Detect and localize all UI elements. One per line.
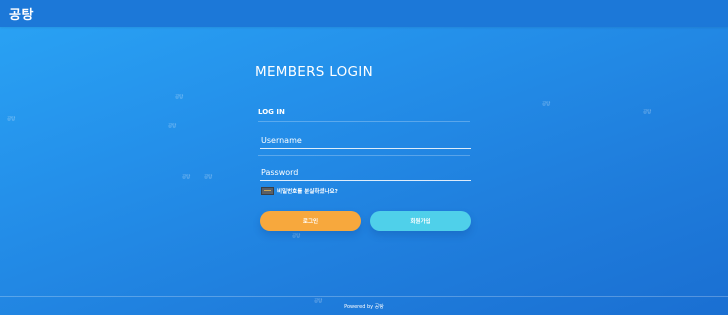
watermark-text: 공탕 — [7, 117, 16, 122]
page-title: MEMBERS LOGIN — [255, 64, 373, 80]
brand-logo[interactable]: 공탕 — [9, 4, 34, 23]
forgot-password-link[interactable]: 비밀번호를 분실하셨나요? — [261, 186, 338, 196]
watermark-text: 공탕 — [643, 110, 652, 115]
footer-divider — [0, 296, 728, 297]
key-icon — [261, 187, 274, 195]
watermark-text: 공탕 — [542, 102, 551, 107]
divider — [258, 155, 470, 156]
divider — [258, 121, 470, 122]
password-input[interactable] — [260, 164, 471, 181]
login-button[interactable]: 로그인 — [260, 211, 361, 231]
watermark-text: 공탕 — [292, 234, 301, 239]
watermark-text: 공탕 — [182, 175, 191, 180]
username-input[interactable] — [260, 132, 471, 149]
watermark-text: 공탕 — [168, 124, 177, 129]
top-bar: 공탕 — [0, 0, 728, 27]
forgot-password-label: 비밀번호를 분실하셨나요? — [277, 189, 338, 195]
signup-button[interactable]: 회원가입 — [370, 211, 471, 231]
watermark-text: 공탕 — [175, 95, 184, 100]
watermark-text: 공탕 — [204, 175, 213, 180]
footer-powered-by: Powered by 공탕 — [344, 304, 384, 310]
login-section-label: LOG IN — [258, 108, 285, 116]
